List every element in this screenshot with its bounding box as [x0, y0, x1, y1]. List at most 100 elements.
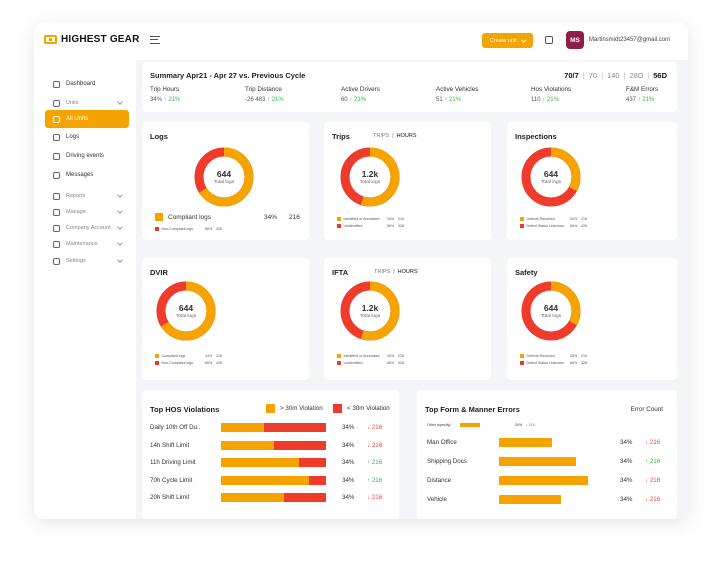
bar-segment-under-30m	[273, 440, 326, 450]
user-email[interactable]: Martinsmidt23457@gmail.com	[589, 37, 670, 43]
donut-card-inspections: Inspections 644 Total logs Defects Resolved…	[507, 122, 677, 240]
donut-chart: 644 Total logs	[520, 280, 582, 342]
logo-icon	[44, 35, 57, 44]
legend-swatch	[266, 404, 275, 413]
row-change: ↓ 216	[645, 477, 660, 484]
legend-count: 216	[289, 213, 300, 221]
legend-swatch	[337, 217, 341, 221]
sidebar-item-settings[interactable]: Settings	[45, 252, 129, 270]
bar-segment-under-30m	[309, 475, 326, 485]
tab-hours[interactable]: HOURS	[397, 133, 417, 139]
hos-bar[interactable]	[221, 475, 326, 485]
tab-switch: TRIPS | HOURS	[373, 133, 417, 139]
donut-chart: 644 Total logs	[193, 146, 255, 208]
summary-metric: Trip Distance -26 483 ↑ 21%	[245, 86, 284, 103]
legend-label: Defect Status Unknown	[526, 361, 565, 365]
legend-swatch	[155, 227, 159, 231]
hos-bar[interactable]	[221, 440, 326, 450]
metric-value: -26 483	[245, 97, 266, 103]
legend-label: Identified or Annotated	[343, 217, 380, 221]
row-change-value: 216	[371, 441, 383, 449]
sidebar-item-label: Driving events	[66, 153, 105, 159]
metric-label: Hos Violations	[531, 86, 572, 93]
donut-total: 644	[543, 169, 559, 179]
row-change-value: 216	[649, 477, 661, 484]
legend-swatch	[520, 217, 524, 221]
donut-total-label: Total logs	[175, 314, 197, 319]
range-option[interactable]: 70/7	[564, 71, 579, 80]
range-option[interactable]: 56D	[653, 71, 667, 80]
metric-value: 34%	[150, 97, 163, 103]
legend-label: Non-Compliant logs	[161, 227, 194, 231]
sidebar-item-driving-events[interactable]: Driving events	[45, 147, 129, 165]
tab-trips[interactable]: TRIPS	[374, 269, 390, 275]
fm-bar[interactable]	[499, 476, 588, 485]
row-percent: 34%	[342, 494, 355, 501]
row-percent: 34%	[620, 439, 633, 446]
refresh-icon[interactable]	[545, 36, 553, 44]
tab-hours[interactable]: HOURS	[398, 269, 418, 275]
sidebar-item-all-units[interactable]: All Units	[45, 110, 129, 128]
metric-value-row: -26 483 ↑ 21%	[245, 97, 284, 103]
sidebar-item-label: Reports	[66, 193, 86, 199]
legend-item: > 30m Violation	[266, 404, 323, 413]
summary-metric: Active Vehicles 51 ↑ 21%	[436, 86, 478, 103]
fm-bar[interactable]	[499, 457, 577, 466]
range-option[interactable]: 28D	[630, 71, 644, 80]
avatar[interactable]: MS	[566, 31, 584, 49]
legend-item: Non-Compliant logs 66% 428	[155, 227, 235, 231]
chevron-down-icon	[117, 208, 123, 214]
metric-change: 21%	[546, 97, 559, 103]
row-change: ↓ 216	[645, 496, 660, 503]
wrench-icon	[53, 240, 60, 248]
tab-separator: |	[392, 133, 394, 139]
legend-count: 428	[216, 361, 222, 365]
sidebar-item-messages[interactable]: Messages	[45, 166, 129, 184]
hos-bar[interactable]	[221, 423, 326, 432]
legend-item: Defects Resolved 34% 216	[520, 217, 600, 221]
logo[interactable]: HIGHEST GEAR	[44, 34, 140, 45]
row-change-value: 216	[649, 496, 661, 503]
legend-count: 216	[398, 354, 404, 358]
summary-metric: F&M Errors 437 ↑ 21%	[626, 86, 658, 103]
fm-bar[interactable]	[499, 438, 552, 447]
tab-trips[interactable]: TRIPS	[373, 133, 389, 139]
menu-toggle-icon[interactable]	[150, 36, 160, 44]
legend-item: Defect Status Unknown 66% 428	[520, 224, 600, 228]
range-selector: 70/7 | 70 | 140 | 28D | 56D	[564, 71, 667, 80]
metric-value-row: 51 ↑ 21%	[436, 97, 478, 103]
gear-icon	[53, 257, 60, 265]
fm-bar[interactable]	[499, 495, 562, 504]
range-option[interactable]: 140	[607, 71, 620, 80]
sidebar-item-maintenance[interactable]: Maintenance	[45, 235, 129, 253]
fm-bar[interactable]	[460, 423, 480, 427]
create-unit-button[interactable]: Create unit	[482, 33, 533, 48]
sidebar-item-label: Manage	[66, 209, 86, 215]
range-option[interactable]: 70	[589, 71, 597, 80]
sidebar-item-label: Logs	[66, 134, 80, 140]
legend-item-large: Compliant logs 34% 216	[155, 213, 305, 221]
hos-row-label: 70h Cycle Limit	[150, 476, 193, 484]
hos-bar[interactable]	[221, 458, 326, 467]
card-title: DVIR	[150, 268, 168, 277]
donut-total: 644	[543, 303, 559, 313]
bar-segment-over-30m	[221, 475, 310, 485]
metric-value-row: 437 ↑ 21%	[626, 97, 658, 103]
row-change-value: 216	[371, 459, 383, 466]
summary-metric: Active Drivers 60 ↑ 21%	[341, 86, 380, 103]
legend-label: Defects Resolved	[526, 354, 555, 358]
sidebar-item-logs[interactable]: Logs	[45, 128, 129, 146]
card-title: Safety	[515, 268, 538, 277]
hos-bar[interactable]	[221, 493, 326, 502]
legend-pct: 66%	[570, 224, 578, 228]
legend-swatch	[337, 224, 341, 228]
row-change-value: 216	[371, 476, 383, 484]
hos-row-label: 14h Shift Limit	[150, 441, 190, 449]
row-change: ↓ 216	[645, 439, 660, 446]
sidebar-item-dashboard[interactable]: Dashboard	[45, 75, 129, 93]
legend-pct: 34%	[570, 354, 578, 358]
bar-segment-over-30m	[221, 423, 265, 432]
metric-value-row: 34% ↑ 21%	[150, 97, 180, 103]
legend-pct: 66%	[205, 361, 213, 365]
legend-swatch	[520, 361, 524, 365]
